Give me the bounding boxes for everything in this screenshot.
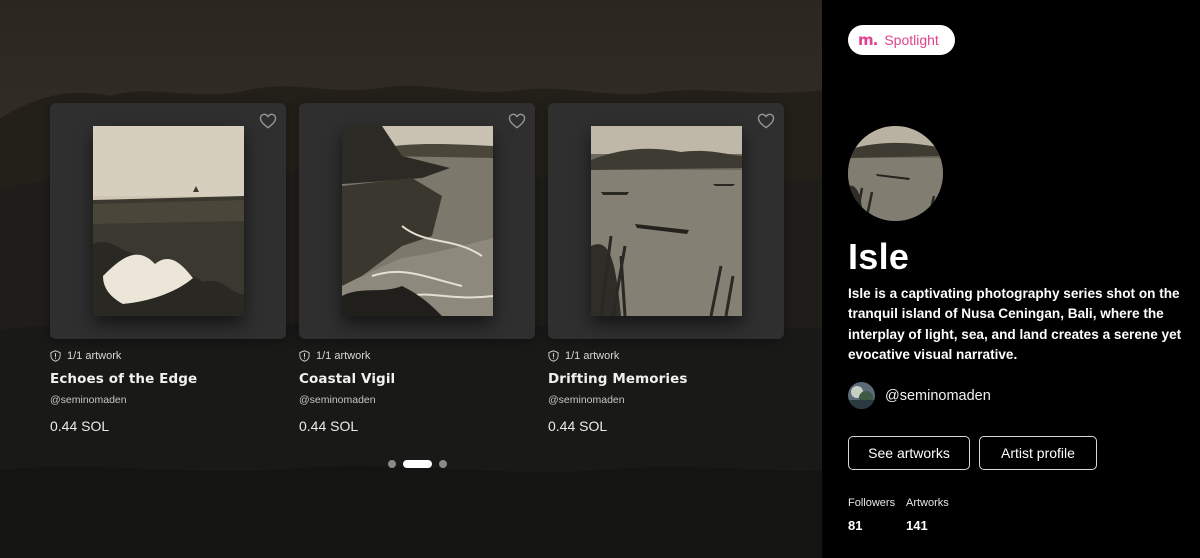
- edition-shield-icon: [299, 350, 310, 362]
- artwork-title[interactable]: Drifting Memories: [548, 371, 784, 387]
- artwork-image-coastal[interactable]: [342, 126, 493, 316]
- favorite-heart-icon[interactable]: [508, 113, 526, 129]
- artwork-card[interactable]: 1/1 artwork Echoes of the Edge @seminoma…: [50, 103, 286, 434]
- spotlight-hero: 1/1 artwork Echoes of the Edge @seminoma…: [0, 0, 822, 558]
- favorite-heart-icon[interactable]: [259, 113, 277, 129]
- favorite-heart-icon[interactable]: [757, 113, 775, 129]
- edition-info: 1/1 artwork: [299, 350, 535, 362]
- artist-handle[interactable]: @seminomaden: [885, 388, 991, 404]
- artwork-price: 0.44 SOL: [548, 418, 608, 434]
- artwork-price: 0.44 SOL: [50, 418, 110, 434]
- artwork-artist[interactable]: @seminomaden: [548, 394, 784, 406]
- carousel-dot-3[interactable]: [439, 460, 447, 468]
- collection-avatar[interactable]: [848, 126, 943, 221]
- artwork-image-drifting[interactable]: [591, 126, 742, 316]
- edition-label: 1/1 artwork: [565, 350, 620, 362]
- artist-avatar[interactable]: [848, 382, 875, 409]
- artwork-price: 0.44 SOL: [299, 418, 359, 434]
- followers-count: 81: [848, 518, 863, 533]
- edition-shield-icon: [548, 350, 559, 362]
- brand-logo-icon: m.: [858, 31, 878, 49]
- artwork-frame[interactable]: [50, 103, 286, 339]
- edition-info: 1/1 artwork: [50, 350, 286, 362]
- carousel-dot-2-active[interactable]: [403, 460, 432, 468]
- artwork-image-echoes[interactable]: [93, 126, 244, 316]
- followers-stat: Followers 81: [848, 497, 895, 533]
- artworks-stat: Artworks 141: [906, 497, 949, 533]
- artwork-artist[interactable]: @seminomaden: [50, 394, 286, 406]
- edition-shield-icon: [50, 350, 61, 362]
- artwork-title[interactable]: Echoes of the Edge: [50, 371, 286, 387]
- artworks-label: Artworks: [906, 497, 949, 509]
- edition-label: 1/1 artwork: [316, 350, 371, 362]
- carousel-dot-1[interactable]: [388, 460, 396, 468]
- collection-description: Isle is a captivating photography series…: [848, 286, 1182, 362]
- artwork-title[interactable]: Coastal Vigil: [299, 371, 535, 387]
- collection-title: Isle: [848, 236, 910, 277]
- followers-label: Followers: [848, 497, 896, 509]
- artwork-frame[interactable]: [299, 103, 535, 339]
- artwork-frame[interactable]: [548, 103, 784, 339]
- carousel-pagination: [388, 460, 447, 468]
- spotlight-badge[interactable]: m. Spotlight: [848, 25, 955, 55]
- edition-label: 1/1 artwork: [67, 350, 122, 362]
- spotlight-badge-label: Spotlight: [884, 32, 939, 48]
- artwork-card[interactable]: 1/1 artwork Coastal Vigil @seminomaden 0…: [299, 103, 535, 434]
- artwork-artist[interactable]: @seminomaden: [299, 394, 535, 406]
- artist-profile-button[interactable]: Artist profile: [979, 436, 1097, 470]
- artwork-card[interactable]: 1/1 artwork Drifting Memories @seminomad…: [548, 103, 784, 434]
- see-artworks-button[interactable]: See artworks: [848, 436, 970, 470]
- edition-info: 1/1 artwork: [548, 350, 784, 362]
- collection-info-panel: m. Spotlight Isle Isle is a captivating …: [822, 0, 1200, 558]
- artworks-count: 141: [906, 518, 928, 533]
- artist-link[interactable]: @seminomaden: [848, 382, 991, 409]
